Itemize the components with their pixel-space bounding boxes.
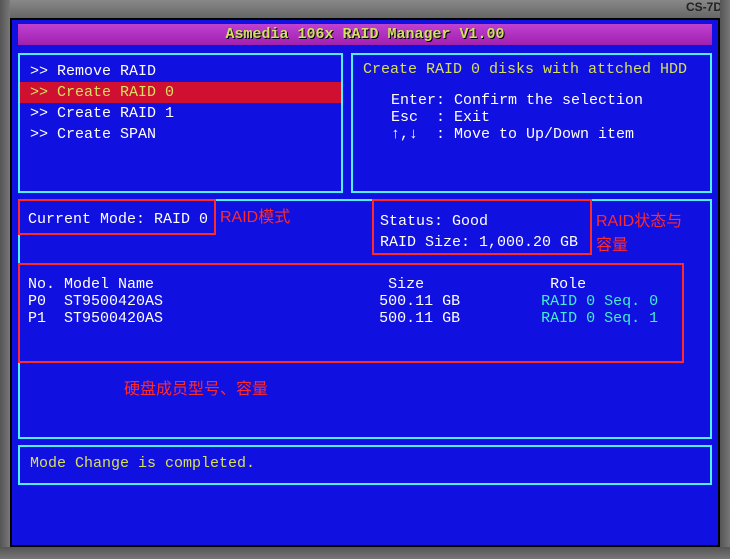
disk-row: P0 ST9500420AS 500.11 GB RAID 0 Seq. 0 (28, 293, 702, 310)
menu-item-create-raid1[interactable]: >> Create RAID 1 (20, 103, 341, 124)
info-panel: Create RAID 0 disks with attched HDD Ent… (351, 53, 712, 193)
col-model: Model Name (64, 276, 154, 293)
disk-row: P1 ST9500420AS 500.11 GB RAID 0 Seq. 1 (28, 310, 702, 327)
current-mode-value: RAID 0 (154, 211, 208, 228)
info-line-arrows: ↑,↓ : Move to Up/Down item (363, 126, 700, 143)
current-mode-row: Current Mode: RAID 0 (28, 211, 208, 228)
monitor-bezel-top: CS-7D (0, 0, 730, 18)
raid-size-label: RAID Size: (380, 234, 470, 251)
current-mode-label: Current Mode: (28, 211, 145, 228)
disk-table: No. Model Name Size RoleP0 ST9500420AS 5… (28, 276, 702, 327)
col-role: Role (550, 276, 586, 293)
info-heading: Create RAID 0 disks with attched HDD (363, 61, 700, 78)
col-no: No. (28, 276, 55, 293)
status-value: Good (452, 213, 488, 230)
annotation-label-status: RAID状态与容量 (596, 207, 696, 255)
info-line-esc: Esc : Exit (363, 109, 700, 126)
raid-status-panel: Current Mode: RAID 0 Status: Good RAID S… (18, 199, 712, 439)
top-row: >> Remove RAID >> Create RAID 0 >> Creat… (18, 53, 712, 193)
annotation-label-disks: 硬盘成员型号、容量 (124, 375, 268, 399)
footer-panel: Mode Change is completed. (18, 445, 712, 485)
disk-role: RAID 0 Seq. 0 (541, 293, 658, 310)
disk-size: 500.11 GB (379, 310, 460, 327)
info-line-enter: Enter: Confirm the selection (363, 92, 700, 109)
bios-screen: Asmedia 106x RAID Manager V1.00 >> Remov… (10, 18, 720, 547)
annotation-label-mode: RAID模式 (220, 203, 290, 227)
menu-item-remove-raid[interactable]: >> Remove RAID (20, 61, 341, 82)
status-label: Status: (380, 213, 443, 230)
disk-model: ST9500420AS (64, 310, 163, 327)
menu-item-create-span[interactable]: >> Create SPAN (20, 124, 341, 145)
col-size: Size (388, 276, 424, 293)
disk-model: ST9500420AS (64, 293, 163, 310)
disk-table-header: No. Model Name Size Role (28, 276, 702, 293)
monitor-bezel-right (720, 0, 730, 559)
footer-message: Mode Change is completed. (30, 455, 255, 472)
monitor-model-label: CS-7D (686, 0, 722, 14)
disk-role: RAID 0 Seq. 1 (541, 310, 658, 327)
title-bar: Asmedia 106x RAID Manager V1.00 (18, 24, 712, 45)
disk-no: P1 (28, 310, 46, 327)
menu-panel: >> Remove RAID >> Create RAID 0 >> Creat… (18, 53, 343, 193)
monitor-bezel-bottom (0, 547, 730, 559)
disk-size: 500.11 GB (379, 293, 460, 310)
menu-item-create-raid0[interactable]: >> Create RAID 0 (20, 82, 341, 103)
status-box: Status: Good RAID Size: 1,000.20 GB (380, 211, 578, 253)
disk-no: P0 (28, 293, 46, 310)
app-title: Asmedia 106x RAID Manager V1.00 (225, 26, 504, 43)
monitor-bezel-left (0, 0, 10, 559)
raid-size-value: 1,000.20 GB (479, 234, 578, 251)
